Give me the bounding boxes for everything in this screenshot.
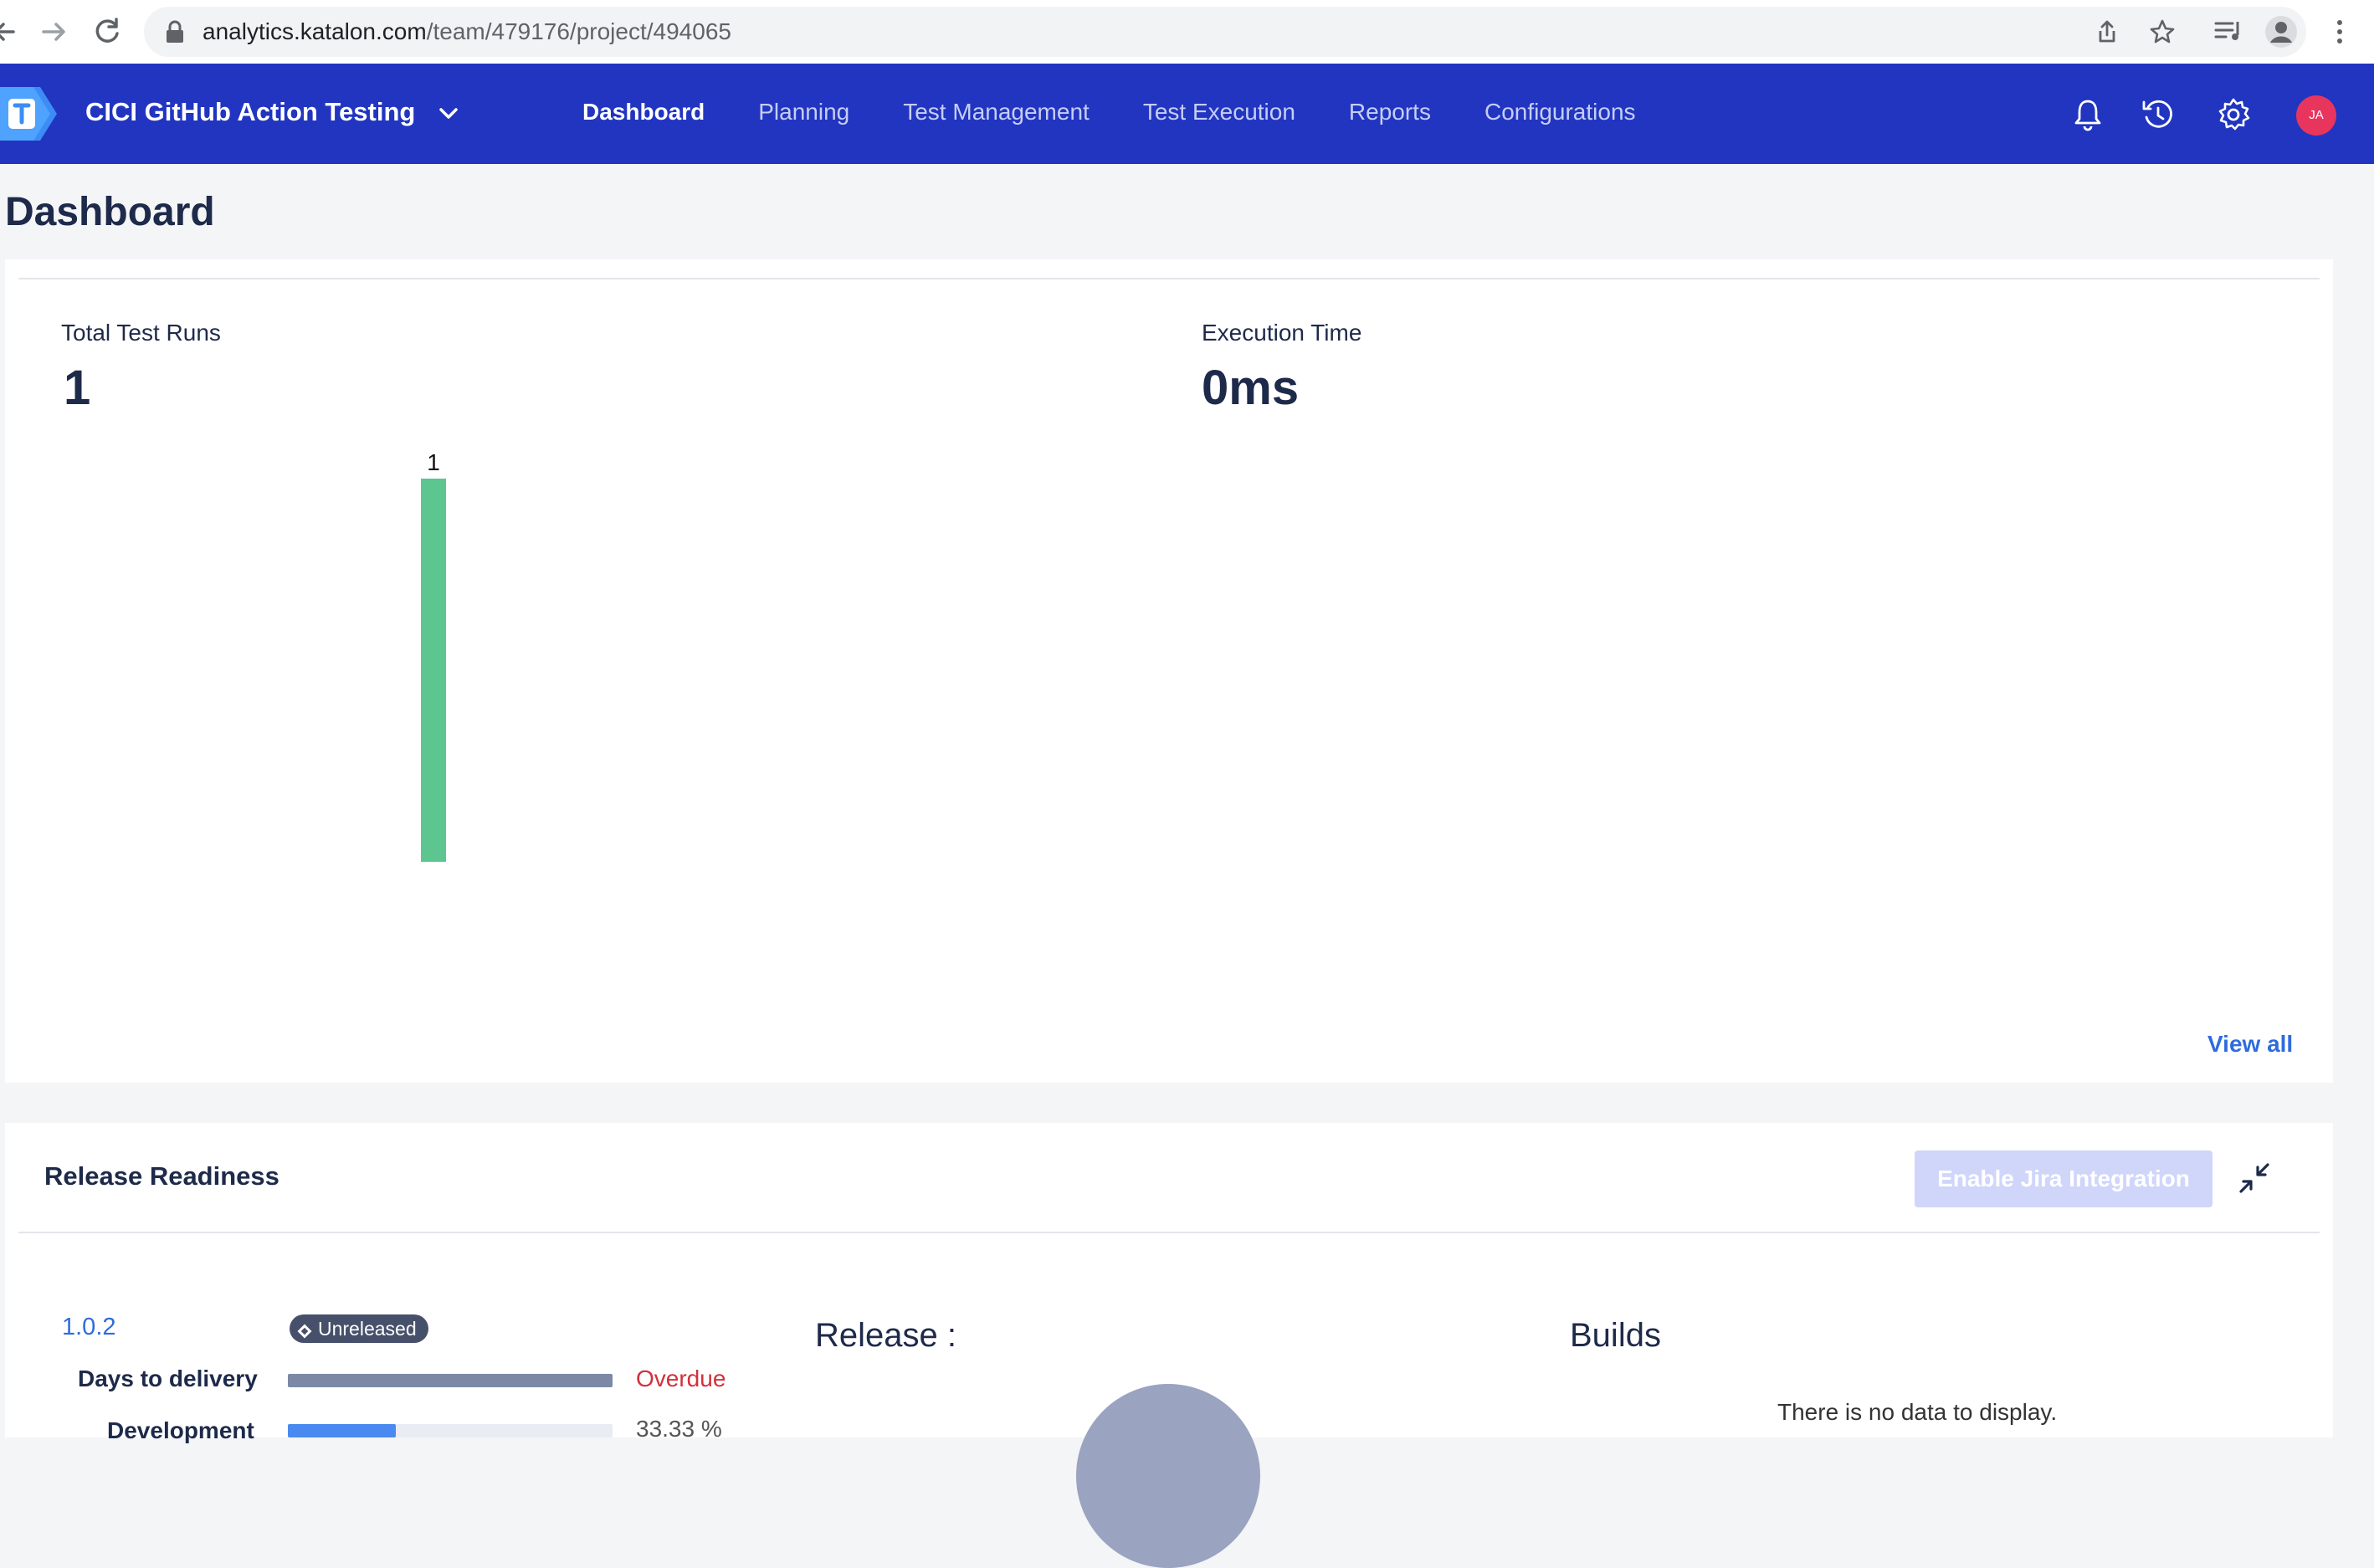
reload-icon[interactable] (89, 13, 126, 50)
total-runs-value: 1 (64, 361, 91, 415)
days-status: Overdue (636, 1366, 726, 1391)
nav-test-execution[interactable]: Test Execution (1143, 99, 1295, 126)
lock-icon (167, 20, 183, 43)
total-runs-label: Total Test Runs (61, 320, 221, 346)
status-badge: Unreleased (290, 1314, 428, 1343)
days-progress-fill (288, 1374, 613, 1387)
builds-section-title: Builds (1570, 1317, 1661, 1354)
nav-planning[interactable]: Planning (758, 99, 849, 126)
development-label: Development (107, 1417, 254, 1443)
browser-toolbar: analytics.katalon.com/team/479176/projec… (0, 0, 2374, 64)
back-icon[interactable] (0, 13, 25, 50)
test-runs-chart: MonTue1WedThuFriSatSun (421, 449, 446, 862)
bell-icon[interactable] (2070, 97, 2105, 132)
share-icon[interactable] (2094, 18, 2120, 45)
exec-time-value: 0ms (1202, 361, 1300, 415)
page-title: Dashboard (5, 190, 215, 234)
card-divider (18, 278, 2320, 279)
avatar[interactable]: JA (2296, 95, 2336, 136)
release-readiness-card: Release Readiness Enable Jira Integratio… (5, 1123, 2333, 1568)
development-progress-track (288, 1424, 613, 1437)
status-badge-label: Unreleased (318, 1318, 417, 1340)
view-all-link[interactable]: View all (2207, 1031, 2293, 1058)
release-section-title: Release : (815, 1317, 956, 1354)
url-text[interactable]: analytics.katalon.com/team/479176/projec… (203, 18, 731, 45)
nav-test-management[interactable]: Test Management (903, 99, 1090, 126)
builds-empty-message: There is no data to display. (1777, 1399, 2058, 1425)
app-header: CICI GitHub Action Testing Dashboard Pla… (0, 64, 2374, 164)
history-icon[interactable] (2141, 97, 2176, 132)
release-pie-chart (1076, 1384, 1260, 1568)
days-progress-track (288, 1374, 613, 1387)
diamond-icon (297, 1324, 312, 1339)
summary-card: Total Test Runs 1 Execution Time 0ms Mon… (5, 259, 2333, 1083)
url-path: /team/479176/project/494065 (426, 18, 731, 44)
project-name[interactable]: CICI GitHub Action Testing (85, 97, 415, 127)
card-divider (18, 1232, 2320, 1233)
more-menu-icon[interactable] (2323, 15, 2356, 49)
days-to-delivery-label: Days to delivery (78, 1366, 258, 1391)
nav-configurations[interactable]: Configurations (1484, 99, 1636, 126)
development-progress-fill (288, 1424, 397, 1437)
gear-icon[interactable] (2216, 97, 2251, 132)
bar-wed[interactable] (421, 479, 446, 862)
nav-dashboard[interactable]: Dashboard (582, 99, 705, 126)
media-queue-icon[interactable] (2212, 15, 2246, 49)
forward-icon[interactable] (35, 13, 72, 50)
nav-reports[interactable]: Reports (1349, 99, 1431, 126)
enable-jira-button[interactable]: Enable Jira Integration (1915, 1150, 2212, 1207)
data-label-wed: 1 (427, 449, 440, 475)
testops-logo-icon[interactable] (0, 87, 57, 141)
release-readiness-title: Release Readiness (44, 1161, 279, 1191)
bookmark-star-icon[interactable] (2149, 18, 2176, 45)
main-nav: Dashboard Planning Test Management Test … (582, 99, 1689, 126)
exec-time-label: Execution Time (1202, 320, 1362, 346)
development-percent: 33.33 % (636, 1416, 722, 1442)
url-host: analytics.katalon.com (203, 18, 427, 44)
profile-icon[interactable] (2264, 15, 2298, 49)
release-version-link[interactable]: 1.0.2 (62, 1314, 116, 1341)
collapse-icon[interactable] (2238, 1161, 2271, 1195)
chevron-down-icon[interactable] (435, 100, 462, 127)
address-bar[interactable]: analytics.katalon.com/team/479176/projec… (144, 7, 2306, 57)
